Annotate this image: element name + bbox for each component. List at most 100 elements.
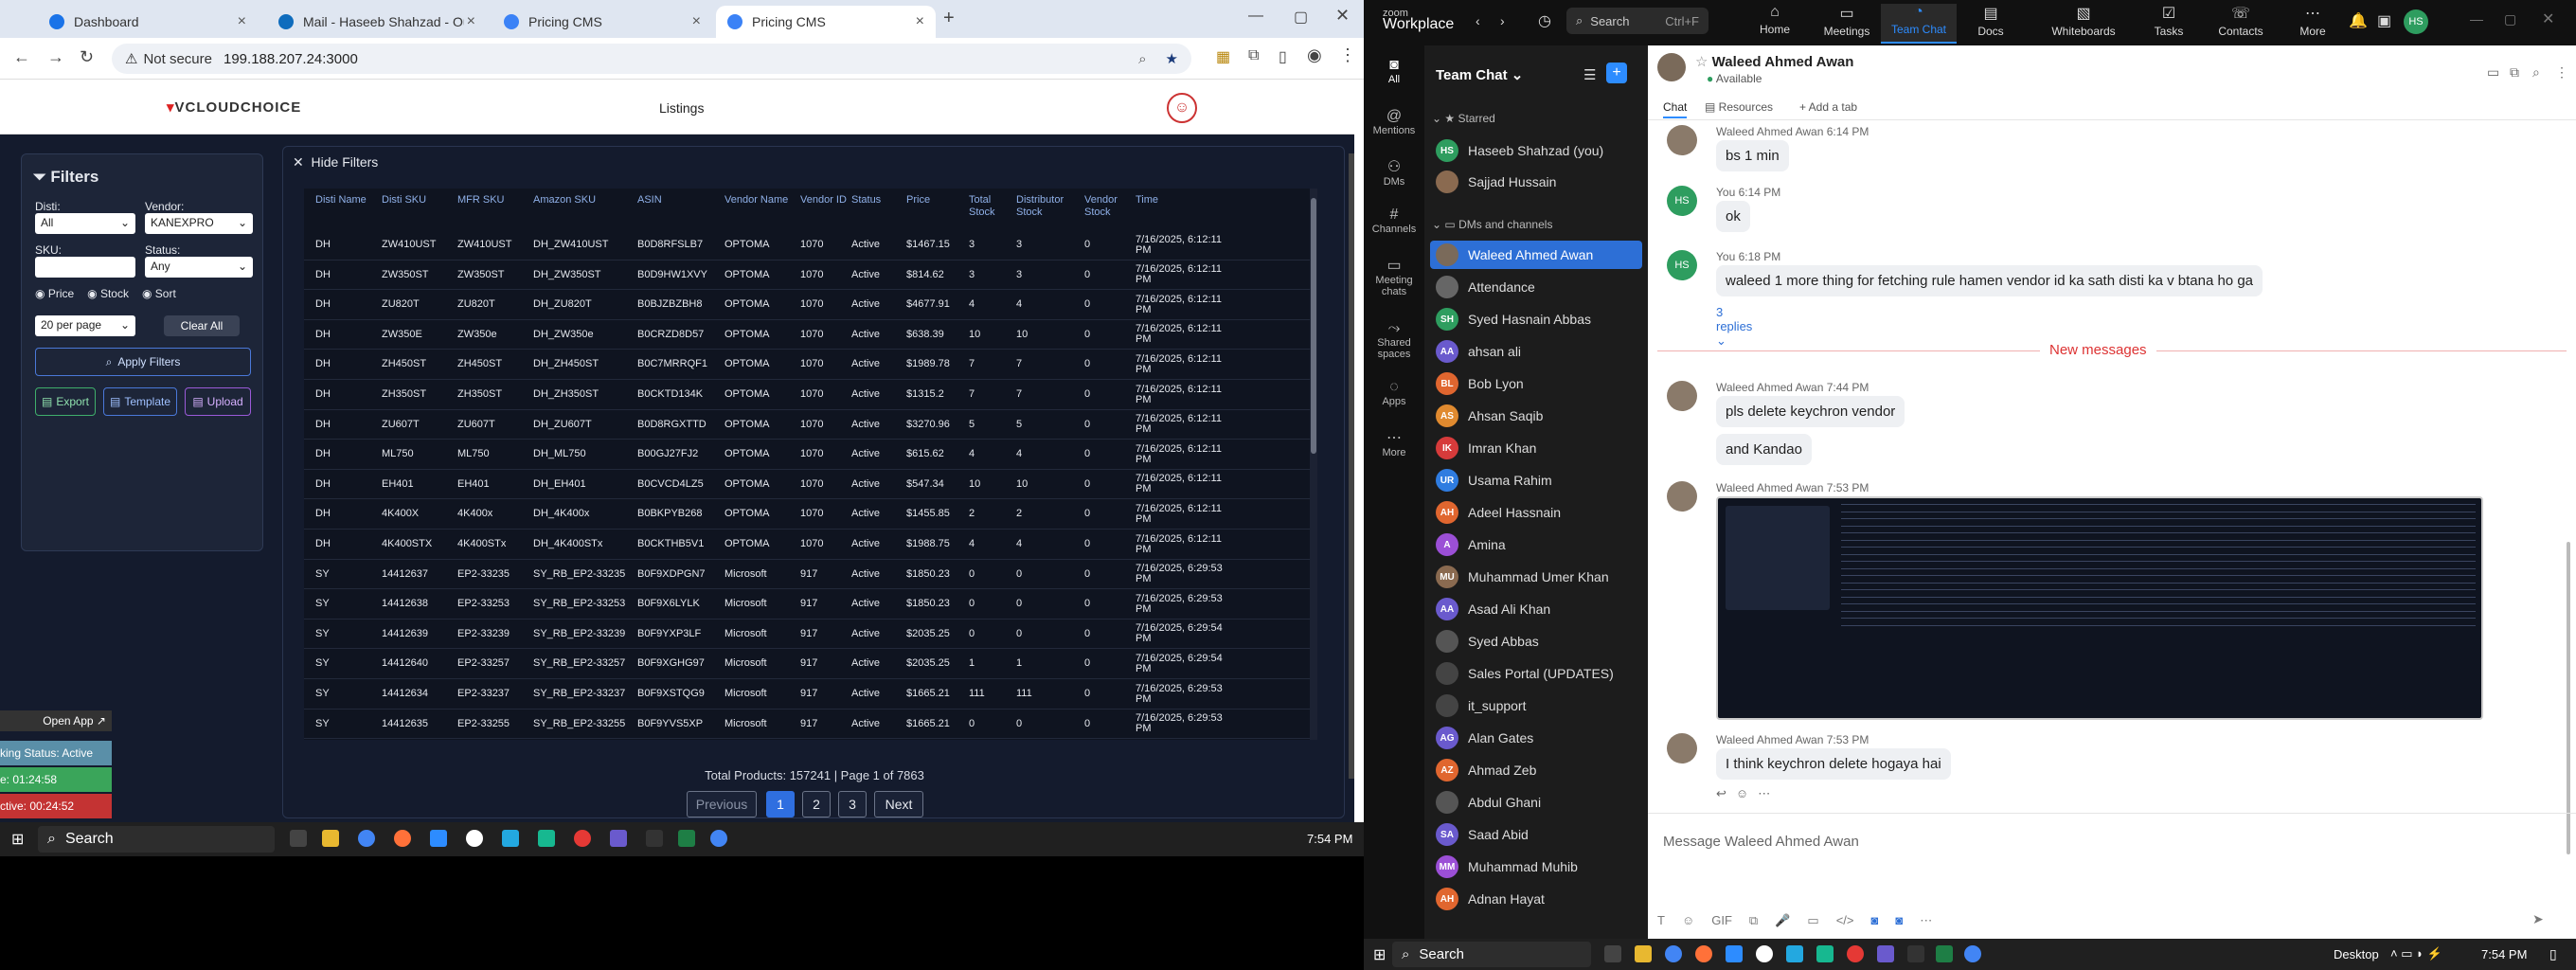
tab-meetings[interactable]: ▭ Meetings <box>1809 4 1885 44</box>
hide-filters-button[interactable]: ✕ Hide Filters <box>293 154 378 171</box>
mic-icon[interactable]: 🎤 <box>1775 913 1790 928</box>
file-explorer-icon[interactable] <box>1635 945 1652 962</box>
tab-tasks[interactable]: ☑ Tasks <box>2131 4 2207 44</box>
chat-header-name[interactable]: ☆ Waleed Ahmed Awan <box>1695 53 1853 70</box>
close-window-icon[interactable]: ✕ <box>1335 6 1350 26</box>
chat-list-item[interactable]: AA Asad Ali Khan <box>1430 595 1642 623</box>
nav-listings[interactable]: Listings <box>659 100 704 116</box>
page-1-button[interactable]: 1 <box>766 791 795 817</box>
zoom-search[interactable]: ⌕ Search Ctrl+F <box>1566 8 1708 34</box>
next-button[interactable]: Next <box>874 791 923 817</box>
chat-list-item[interactable]: Syed Abbas <box>1430 627 1642 656</box>
chat-list-item[interactable]: AS Ahsan Saqib <box>1430 402 1642 430</box>
back-icon[interactable]: ← <box>13 47 30 67</box>
open-app-button[interactable]: Open App ↗ <box>0 710 112 731</box>
format-icon[interactable]: T <box>1657 913 1665 928</box>
chat-list-item[interactable]: AH Adnan Hayat <box>1430 885 1642 913</box>
rail-meeting-chats[interactable]: ▭ Meeting chats <box>1364 256 1424 297</box>
radio-sort[interactable]: ◉ Sort <box>142 287 176 300</box>
chat-list-item[interactable]: Sajjad Hussain <box>1430 168 1642 196</box>
scrollbar[interactable] <box>1310 189 1317 740</box>
extension-icon[interactable]: ▦ <box>1216 47 1230 66</box>
starred-header[interactable]: ⌄ ★ Starred <box>1432 112 1495 125</box>
sku-input[interactable] <box>35 257 135 278</box>
taskbar-search[interactable]: ⌕ Search <box>38 826 275 853</box>
per-page-select[interactable]: 20 per page ⌄ <box>35 315 135 336</box>
previous-button[interactable]: Previous <box>687 791 757 817</box>
close-icon[interactable]: × <box>238 13 246 30</box>
chat-list-item[interactable]: AA ahsan ali <box>1430 337 1642 366</box>
reply-icon[interactable]: ↩ <box>1716 786 1726 801</box>
table-row[interactable]: DH ZW350E ZW350e DH_ZW350e B0CRZD8D57 OPTOMA 1… <box>304 320 1317 350</box>
new-tab-icon[interactable]: + <box>943 8 955 29</box>
app-icon[interactable]: ◙ <box>1895 913 1903 928</box>
page-scrollbar[interactable] <box>1349 153 1354 779</box>
chat-list-item[interactable]: SH Syed Hasnain Abbas <box>1430 305 1642 333</box>
apply-filters-button[interactable]: ⌕ Apply Filters <box>35 348 251 376</box>
firefox-icon[interactable] <box>1695 945 1712 962</box>
tab-pricing-cms-1[interactable]: Pricing CMS × <box>492 6 712 38</box>
send-icon[interactable]: ➤ <box>2532 911 2544 927</box>
message-composer[interactable]: Message Waleed Ahmed Awan <box>1663 834 2515 850</box>
close-icon[interactable]: × <box>692 13 701 30</box>
tab-pricing-cms-2[interactable]: Pricing CMS × <box>716 6 936 38</box>
code-icon[interactable]: </> <box>1836 913 1854 928</box>
chat-list-item[interactable]: IK Imran Khan <box>1430 434 1642 462</box>
logo[interactable]: ▾VCLOUDCHOICE <box>167 99 301 116</box>
maximize-icon[interactable]: ▢ <box>1294 8 1308 27</box>
disti-select[interactable]: All ⌄ <box>35 213 135 234</box>
more-icon[interactable]: ⋯ <box>1758 786 1770 801</box>
sidebar-icon[interactable]: ▯ <box>1279 47 1287 66</box>
search-icon[interactable]: ⌕ <box>2532 64 2540 81</box>
table-row[interactable]: DH ZU820T ZU820T DH_ZU820T B0BJZBZBH8 OPTOMA 1… <box>304 290 1317 320</box>
table-row[interactable]: DH 4K400STX 4K400STx DH_4K400STx B0CKTHB5V1 O… <box>304 530 1317 560</box>
radio-stock[interactable]: ◉ Stock <box>87 287 129 300</box>
profile-icon[interactable]: ◉ <box>1307 45 1322 65</box>
upload-button[interactable]: ▤ Upload <box>185 387 251 416</box>
video-icon[interactable]: ▭ <box>2487 64 2499 81</box>
scrollbar-thumb[interactable] <box>2567 542 2570 854</box>
rail-shared-spaces[interactable]: ⤳ Shared spaces <box>1364 320 1424 360</box>
app-icon[interactable] <box>502 830 519 847</box>
radio-price[interactable]: ◉ Price <box>35 287 74 300</box>
user-account-icon[interactable]: ☺ <box>1167 93 1197 123</box>
task-view-icon[interactable] <box>290 830 307 847</box>
windows-start-icon[interactable]: ⊞ <box>11 830 24 849</box>
emoji-icon[interactable]: ☺ <box>1682 913 1694 928</box>
new-chat-button[interactable]: + <box>1606 63 1627 83</box>
table-row[interactable]: DH ZH450ST ZH450ST DH_ZH450ST B0C7MRRQF1 OPTO… <box>304 350 1317 380</box>
more-icon[interactable]: ⋯ <box>1920 913 1932 928</box>
rail-mentions[interactable]: @ Mentions <box>1364 108 1424 136</box>
chat-list-item[interactable]: UR Usama Rahim <box>1430 466 1642 494</box>
add-tab-button[interactable]: + Add a tab <box>1799 100 1857 114</box>
tab-docs[interactable]: ▤ Docs <box>1953 4 2029 44</box>
table-row[interactable]: SY 14412638 EP2-33253 SY_RB_EP2-33253 B0F9X6… <box>304 589 1317 620</box>
app-icon[interactable] <box>1816 945 1834 962</box>
chat-list-item[interactable]: AG Alan Gates <box>1430 724 1642 752</box>
chat-list-item[interactable]: HS Haseeb Shahzad (you) <box>1430 136 1642 165</box>
screenshot-attachment[interactable] <box>1716 496 2483 720</box>
rail-apps[interactable]: ◌ Apps <box>1364 379 1424 407</box>
page-3-button[interactable]: 3 <box>838 791 867 817</box>
rail-all[interactable]: ◙ All <box>1364 57 1424 85</box>
rail-channels[interactable]: # Channels <box>1364 207 1424 235</box>
tab-chat[interactable]: Chat <box>1663 100 1688 118</box>
tab-mail[interactable]: Mail - Haseeb Shahzad - Outlo × <box>267 6 487 38</box>
table-row[interactable]: SY 14412634 EP2-33237 SY_RB_EP2-33237 B0F9XS… <box>304 679 1317 710</box>
close-icon[interactable]: × <box>467 13 475 30</box>
app-icon[interactable] <box>610 830 627 847</box>
chrome-icon[interactable] <box>1964 945 1981 962</box>
chat-list-item[interactable]: Attendance <box>1430 273 1642 301</box>
status-select[interactable]: Any ⌄ <box>145 257 253 278</box>
chat-scrollbar[interactable] <box>2565 125 2572 854</box>
chat-list-item[interactable]: Waleed Ahmed Awan <box>1430 241 1642 269</box>
table-row[interactable]: DH ZW350ST ZW350ST DH_ZW350ST B0D9HW1XVY OPTO… <box>304 260 1317 291</box>
zoom-icon[interactable]: ⌕ <box>1138 51 1146 67</box>
replies-link[interactable]: 3 replies ⌄ <box>1716 305 1752 349</box>
app-icon[interactable] <box>466 830 483 847</box>
table-row[interactable]: DH ZH350ST ZH350ST DH_ZH350ST B0CKTD134K OPTO… <box>304 380 1317 410</box>
back-icon[interactable]: ‹ <box>1476 13 1480 28</box>
template-button[interactable]: ▤ Template <box>103 387 177 416</box>
desktop-label[interactable]: Desktop <box>2334 947 2379 961</box>
reload-icon[interactable]: ↻ <box>80 47 94 67</box>
